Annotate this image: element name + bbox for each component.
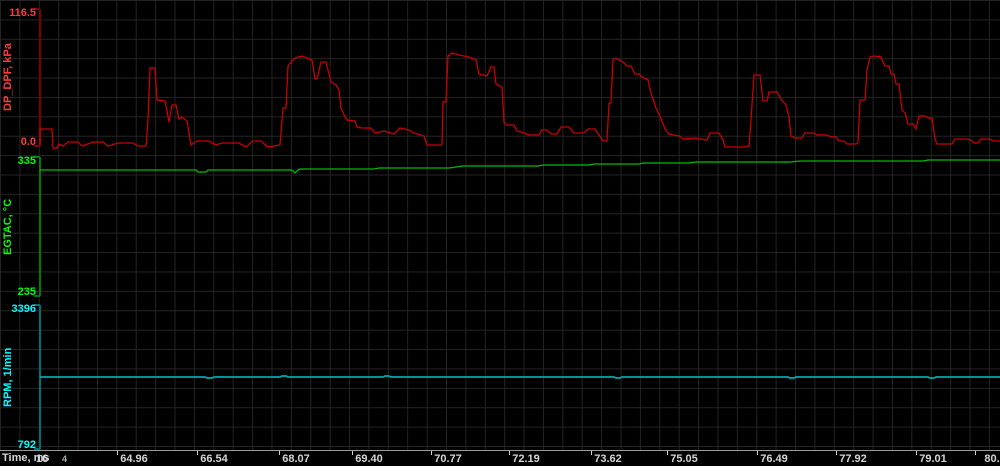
rpm-axis-title: RPM, 1/min — [1, 305, 15, 449]
x-tick-mark — [591, 451, 592, 455]
x-tick-mark — [757, 451, 758, 455]
x-tick-mark — [836, 451, 837, 455]
x-tick-label: 79.01 — [919, 454, 947, 465]
x-axis-start-label: 16 — [36, 454, 48, 465]
x-tick-label: 68.07 — [282, 454, 310, 465]
x-tick-label: 66.54 — [200, 454, 228, 465]
x-tick-mark — [431, 451, 432, 455]
x-tick-label: 69.40 — [355, 454, 383, 465]
x-tick-mark — [279, 451, 280, 455]
x-tick-label: 72.19 — [512, 454, 540, 465]
x-tick-mark — [117, 451, 118, 455]
x-tick-mark — [509, 451, 510, 455]
x-tick-mark — [916, 451, 917, 455]
egtac-axis-title: EGTAC, °C — [1, 157, 15, 296]
x-tick-mark — [975, 451, 976, 455]
plot-area[interactable] — [0, 0, 1000, 450]
x-tick-label: 80. — [984, 454, 999, 465]
x-tick-label: 73.62 — [594, 454, 622, 465]
x-tick-mark — [667, 451, 668, 455]
x-tick-label: 64.96 — [120, 454, 148, 465]
dp-dpf-axis-title: DP_DPF, kPa — [1, 10, 15, 145]
chart-window: 116.5 0.0 DP_DPF, kPa 335 235 EGTAC, °C … — [0, 0, 1000, 466]
x-tick-mark — [352, 451, 353, 455]
x-axis-cursor-mark: 4 — [62, 455, 67, 464]
x-tick-label: 70.77 — [434, 454, 462, 465]
x-tick-mark — [197, 451, 198, 455]
x-tick-label: 75.05 — [670, 454, 698, 465]
x-tick-label: 76.49 — [760, 454, 788, 465]
x-tick-label: 77.92 — [839, 454, 867, 465]
x-axis-strip: Time, ms 16 4 64.9666.5468.0769.4070.777… — [0, 450, 1000, 466]
